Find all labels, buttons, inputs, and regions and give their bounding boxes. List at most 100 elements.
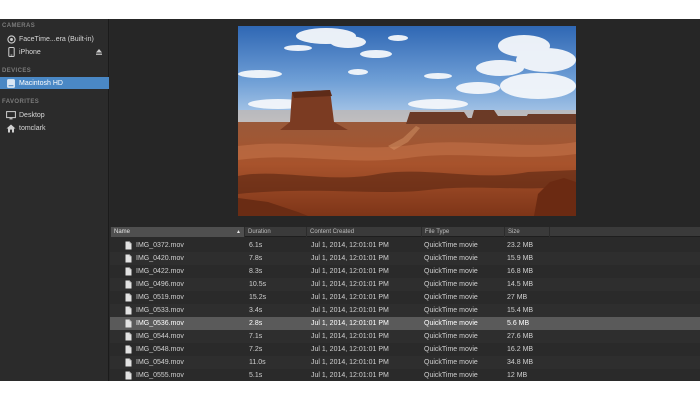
column-header-name[interactable]: Name ▲	[110, 227, 244, 237]
photo-preview	[238, 26, 576, 216]
sidebar-item-tomclark[interactable]: tomclark	[0, 122, 109, 134]
cell-content-created: Jul 1, 2014, 12:01:01 PM	[311, 333, 389, 340]
cell-file-type: QuickTime movie	[424, 346, 478, 353]
cell-size: 34.8 MB	[507, 359, 534, 366]
cell-size: 27.6 MB	[507, 333, 534, 340]
cell-name: IMG_0422.mov	[136, 268, 184, 275]
column-header-file-type[interactable]: File Type	[421, 227, 504, 237]
cell-duration: 8.3s	[249, 268, 263, 275]
cell-duration: 7.8s	[249, 255, 263, 262]
cell-name: IMG_0536.mov	[136, 320, 184, 327]
phone-icon	[6, 47, 16, 57]
table-row[interactable]: IMG_0420.mov 7.8s Jul 1, 2014, 12:01:01 PM…	[110, 252, 700, 265]
cell-size: 16.8 MB	[507, 268, 534, 275]
cell-size: 14.5 MB	[507, 281, 534, 288]
desktop-icon	[6, 110, 16, 120]
column-header-content-created[interactable]: Content Created	[306, 227, 421, 237]
table-row[interactable]: IMG_0533.mov 3.4s Jul 1, 2014, 12:01:01 PM…	[110, 304, 700, 317]
table-row[interactable]: IMG_0519.mov 15.2s Jul 1, 2014, 12:01:01 P…	[110, 291, 700, 304]
column-header-duration[interactable]: Duration	[244, 227, 306, 237]
cell-size: 12 MB	[507, 372, 528, 379]
sidebar: CAMERAS FaceTime...era (Built-in) iPhone…	[0, 19, 109, 381]
cell-duration: 2.8s	[249, 320, 263, 327]
cell-name: IMG_0549.mov	[136, 359, 184, 366]
cell-file-type: QuickTime movie	[424, 320, 478, 327]
cell-file-type: QuickTime movie	[424, 372, 478, 379]
camera-icon	[6, 34, 16, 44]
movie-file-icon	[125, 306, 132, 315]
cell-size: 16.2 MB	[507, 346, 534, 353]
preview-pane	[110, 19, 700, 227]
cell-file-type: QuickTime movie	[424, 307, 478, 314]
sort-arrow-icon: ▲	[236, 229, 241, 235]
sidebar-item-label: iPhone	[19, 48, 41, 56]
home-icon	[6, 123, 16, 133]
cell-name: IMG_0519.mov	[136, 294, 184, 301]
cell-duration: 10.5s	[249, 281, 267, 288]
cell-size: 5.6 MB	[507, 320, 530, 327]
cell-size: 27 MB	[507, 294, 528, 301]
cell-name: IMG_0548.mov	[136, 346, 184, 353]
cell-size: 23.2 MB	[507, 242, 534, 249]
sidebar-section-favorites: FAVORITES	[2, 99, 40, 105]
sidebar-section-devices: DEVICES	[2, 68, 32, 74]
table-row[interactable]: IMG_0544.mov 7.1s Jul 1, 2014, 12:01:01 PM…	[110, 330, 700, 343]
cell-content-created: Jul 1, 2014, 12:01:01 PM	[311, 255, 389, 262]
sidebar-item-label: tomclark	[19, 124, 46, 132]
cell-file-type: QuickTime movie	[424, 242, 478, 249]
cell-duration: 7.2s	[249, 346, 263, 353]
movie-file-icon	[125, 267, 132, 276]
movie-file-icon	[125, 371, 132, 380]
movie-file-icon	[125, 241, 132, 250]
cell-content-created: Jul 1, 2014, 12:01:01 PM	[311, 320, 389, 327]
column-header-size[interactable]: Size	[504, 227, 549, 237]
cell-content-created: Jul 1, 2014, 12:01:01 PM	[311, 307, 389, 314]
movie-file-icon	[125, 254, 132, 263]
cell-file-type: QuickTime movie	[424, 268, 478, 275]
sidebar-item-facetime-camera[interactable]: FaceTime...era (Built-in)	[0, 33, 109, 45]
sidebar-item-iphone[interactable]: iPhone	[0, 46, 109, 58]
cell-name: IMG_0544.mov	[136, 333, 184, 340]
cell-size: 15.9 MB	[507, 255, 534, 262]
sidebar-section-cameras: CAMERAS	[2, 23, 36, 29]
movie-file-icon	[125, 293, 132, 302]
cell-duration: 7.1s	[249, 333, 263, 340]
cell-duration: 3.4s	[249, 307, 263, 314]
movie-file-icon	[125, 358, 132, 367]
hard-drive-icon	[6, 78, 16, 88]
cell-size: 15.4 MB	[507, 307, 534, 314]
cell-name: IMG_0533.mov	[136, 307, 184, 314]
file-table: Name ▲ Duration Content Created File Typ…	[110, 227, 700, 381]
sidebar-item-label: Desktop	[19, 111, 45, 119]
sidebar-item-macintosh-hd[interactable]: Macintosh HD	[0, 77, 109, 89]
movie-file-icon	[125, 332, 132, 341]
cell-name: IMG_0420.mov	[136, 255, 184, 262]
cell-file-type: QuickTime movie	[424, 333, 478, 340]
cell-name: IMG_0372.mov	[136, 242, 184, 249]
table-row[interactable]: IMG_0536.mov 2.8s Jul 1, 2014, 12:01:01 PM…	[110, 317, 700, 330]
table-row[interactable]: IMG_0372.mov 6.1s Jul 1, 2014, 12:01:01 PM…	[110, 239, 700, 252]
cell-content-created: Jul 1, 2014, 12:01:01 PM	[311, 294, 389, 301]
sidebar-item-label: Macintosh HD	[19, 79, 63, 87]
cell-content-created: Jul 1, 2014, 12:01:01 PM	[311, 281, 389, 288]
cell-content-created: Jul 1, 2014, 12:01:01 PM	[311, 359, 389, 366]
cell-content-created: Jul 1, 2014, 12:01:01 PM	[311, 346, 389, 353]
cell-content-created: Jul 1, 2014, 12:01:01 PM	[311, 372, 389, 379]
table-header: Name ▲ Duration Content Created File Typ…	[110, 227, 700, 237]
cell-content-created: Jul 1, 2014, 12:01:01 PM	[311, 242, 389, 249]
cell-duration: 6.1s	[249, 242, 263, 249]
table-row[interactable]: IMG_0496.mov 10.5s Jul 1, 2014, 12:01:01 P…	[110, 278, 700, 291]
movie-file-icon	[125, 319, 132, 328]
eject-icon[interactable]	[95, 48, 103, 56]
table-row[interactable]: IMG_0549.mov 11.0s Jul 1, 2014, 12:01:01 P…	[110, 356, 700, 369]
table-row[interactable]: IMG_0422.mov 8.3s Jul 1, 2014, 12:01:01 PM…	[110, 265, 700, 278]
movie-file-icon	[125, 280, 132, 289]
column-header-filler	[549, 227, 700, 237]
sidebar-item-desktop[interactable]: Desktop	[0, 109, 109, 121]
cell-name: IMG_0555.mov	[136, 372, 184, 379]
cell-file-type: QuickTime movie	[424, 359, 478, 366]
table-row[interactable]: IMG_0548.mov 7.2s Jul 1, 2014, 12:01:01 PM…	[110, 343, 700, 356]
table-row[interactable]: IMG_0555.mov 5.1s Jul 1, 2014, 12:01:01 PM…	[110, 369, 700, 381]
cell-duration: 5.1s	[249, 372, 263, 379]
image-capture-window: CAMERAS FaceTime...era (Built-in) iPhone…	[0, 19, 700, 381]
